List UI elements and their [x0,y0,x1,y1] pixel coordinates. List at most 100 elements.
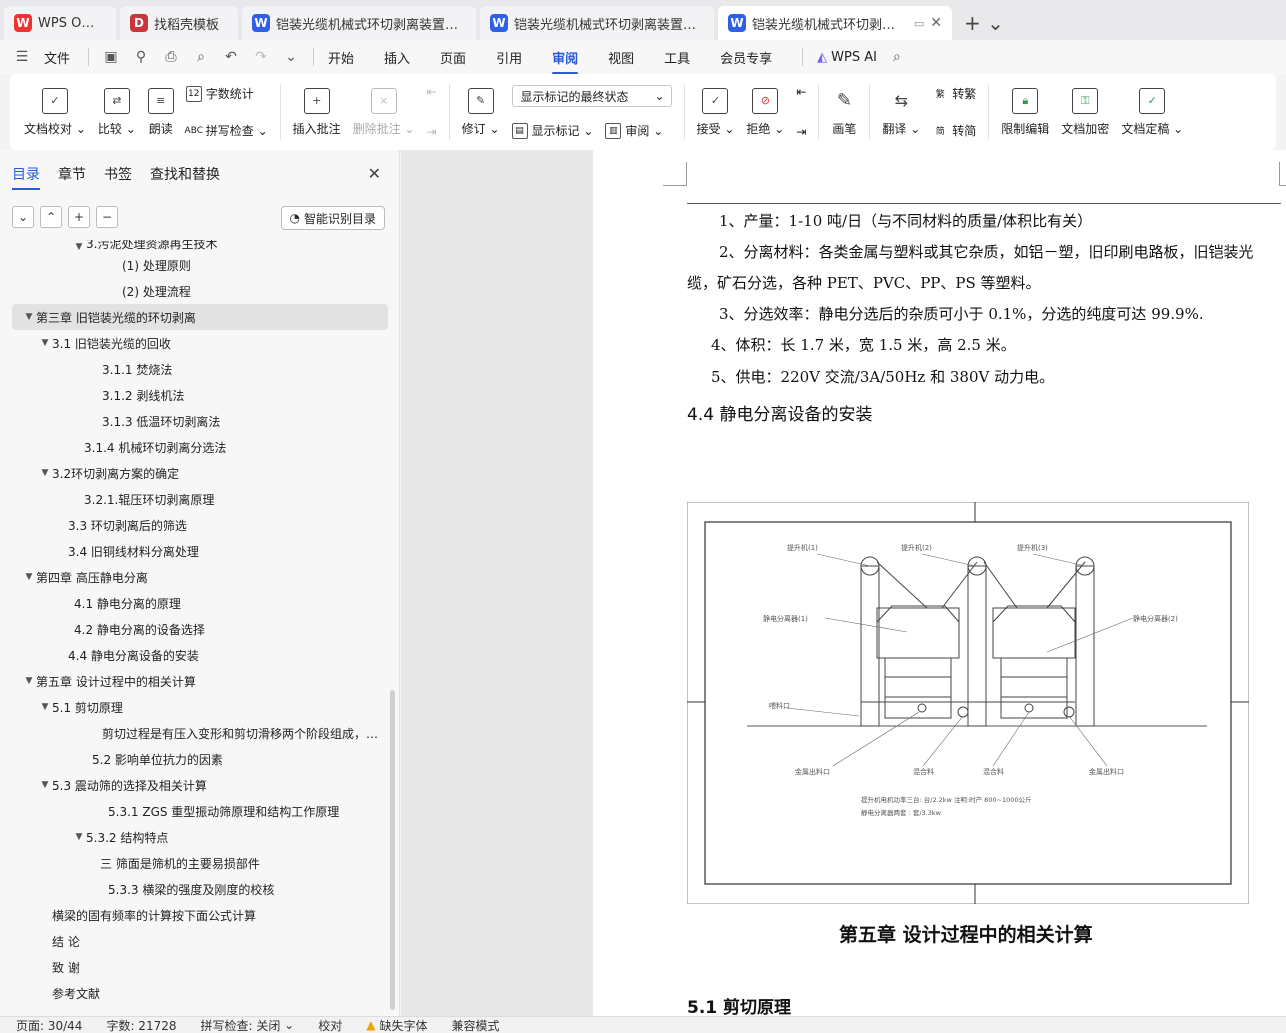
nav-tab-0[interactable]: 目录 [12,164,40,190]
toc-item[interactable]: 3.1.1 焚烧法 [12,356,388,382]
print-icon[interactable]: ⎙ [163,49,179,65]
nav-tab-3[interactable]: 查找和替换 [150,164,220,184]
ribbon-tab-0[interactable]: 开始 [328,48,354,67]
review-pane-button[interactable]: ▥ 审阅 ⌄ [605,122,663,139]
toc-item[interactable]: ▼ 3.1 旧铠装光缆的回收 [12,330,388,356]
nav-tab-2[interactable]: 书签 [104,164,132,184]
toc-item[interactable]: ▼ 第四章 高压静电分离 [12,564,388,590]
expand-arrow-icon[interactable]: ▼ [38,468,52,478]
ribbon-tab-5[interactable]: 视图 [608,48,634,67]
toc-item[interactable]: 三 筛面是筛机的主要易损部件 [12,850,388,876]
expand-arrow-icon[interactable]: ▼ [38,702,52,712]
ribbon-tab-3[interactable]: 引用 [496,48,522,67]
hamburger-icon[interactable]: ☰ [14,49,30,65]
toc-item[interactable]: ▼ 5.1 剪切原理 [12,694,388,720]
delete-comment-button[interactable]: × 删除批注 ⌄ [353,80,415,144]
toc-item[interactable]: 4.4 静电分离设备的安装 [12,642,388,668]
doc-finalize-button[interactable]: ✓ 文档定稿 ⌄ [1121,80,1183,144]
toc-item[interactable]: 结 论 [12,928,388,954]
toc-item[interactable]: 剪切过程是有压入变形和剪切滑移两个阶段组成，剪切... [12,720,388,746]
expand-arrow-icon[interactable]: ▼ [38,780,52,790]
proofread-status[interactable]: 校对 [318,1017,342,1033]
word-count[interactable]: 字数: 21728 [106,1017,176,1033]
ribbon-tab-1[interactable]: 插入 [384,48,410,67]
toc-item[interactable]: 3.3 环切剥离后的筛选 [12,512,388,538]
restrict-edit-button[interactable]: 🔒︎ 限制编辑 [1001,80,1049,144]
translate-button[interactable]: ⇆ 翻译 ⌄ [882,80,920,144]
ribbon-tab-4[interactable]: 审阅 [552,48,579,75]
add-icon[interactable]: + [68,206,90,228]
monitor-icon[interactable]: ▭ [914,17,924,30]
expand-arrow-icon[interactable]: ▼ [22,676,36,686]
page-count[interactable]: 页面: 30/44 [16,1017,82,1033]
ribbon-tab-7[interactable]: 会员专享 [720,48,772,67]
doc-check-button[interactable]: ✓ 文档校对 ⌄ [24,80,86,144]
accept-button[interactable]: ✓ 接受 ⌄ [697,80,734,144]
nav-tab-1[interactable]: 章节 [58,164,86,184]
toc-item[interactable]: (1) 处理原则 [12,252,388,278]
smart-toc-button[interactable]: ◔ 智能识别目录 [280,206,385,230]
print-preview-icon[interactable]: ⌕ [193,49,209,65]
remove-icon[interactable]: − [96,206,118,228]
close-tab-icon[interactable]: ✕ [930,15,942,31]
link-icon[interactable]: ⚲ [133,49,149,65]
toc-item[interactable]: 横梁的固有频率的计算按下面公式计算 [12,902,388,928]
to-simplified-button[interactable]: 简转简 [932,122,977,139]
save-icon[interactable]: ▣ [103,49,119,65]
toc-item[interactable]: ▼ 第三章 旧铠装光缆的环切剥离 [12,304,388,330]
ribbon-tab-2[interactable]: 页面 [440,48,466,67]
previous-revision-icon[interactable]: ⇤ [796,85,806,99]
reject-button[interactable]: ⊘ 拒绝 ⌄ [746,80,784,144]
toc-item[interactable]: ▼ 5.3 震动筛的选择及相关计算 [12,772,388,798]
word-count-button[interactable]: 12 字数统计 [185,85,268,102]
pen-button[interactable]: ✎ 画笔 [831,80,857,144]
show-markup-button[interactable]: ▤ 显示标记 ⌄ [511,122,593,139]
toc-item[interactable]: 5.3.1 ZGS 重型振动筛原理和结构工作原理 [12,798,388,824]
next-comment-icon[interactable]: ⇥ [427,125,437,139]
toc-item[interactable]: 参考文献 [12,980,388,1006]
more-chevron-icon[interactable]: ⌄ [283,49,299,65]
doc-encrypt-button[interactable]: ⚿ 文档加密 [1061,80,1109,144]
spell-check-status[interactable]: 拼写检查: 关闭 ⌄ [201,1017,295,1033]
window-tab-0[interactable]: W WPS Office [4,6,116,40]
markup-state-select[interactable]: 显示标记的最终状态 ⌄ [511,85,672,107]
window-tab-2[interactable]: W 铠装光缆机械式环切剥离装置方案设计 [242,6,476,40]
revise-button[interactable]: ✎ 修订 ⌄ [462,80,500,144]
document-area[interactable]: 1、产量：1-10 吨/日（与不同材料的质量/体积比有关） 2、分离材料：各类金属… [401,150,1286,1018]
redo-icon[interactable]: ↷ [253,49,269,65]
file-menu[interactable]: 文件 [44,48,70,67]
window-tab-3[interactable]: W 铠装光缆机械式环切剥离装置方案设计 [480,6,714,40]
toc-item[interactable]: 3.4 旧铜线材料分离处理 [12,538,388,564]
window-tab-1[interactable]: D 找稻壳模板 [120,6,238,40]
toc-item[interactable]: 4.2 静电分离的设备选择 [12,616,388,642]
toc-item[interactable]: 3.1.4 机械环切剥离分选法 [12,434,388,460]
expand-up-icon[interactable]: ⌃ [40,206,62,228]
new-tab-icon[interactable]: + ⌄ [956,6,1012,40]
insert-comment-button[interactable]: + 插入批注 [293,80,341,144]
toc-item[interactable]: 3.1.3 低温环切剥离法 [12,408,388,434]
wps-ai-button[interactable]: ◭ WPS AI [817,50,877,65]
expand-arrow-icon[interactable]: ▼ [38,338,52,348]
close-icon[interactable]: ✕ [368,164,381,183]
spell-check-button[interactable]: ABC 拼写检查 ⌄ [185,122,268,139]
undo-icon[interactable]: ↶ [223,49,239,65]
toc-item[interactable]: ▼ 3.2环切剥离方案的确定 [12,460,388,486]
previous-comment-icon[interactable]: ⇤ [427,85,437,99]
toc-item[interactable]: 3.2.1.辊压环切剥离原理 [12,486,388,512]
expand-arrow-icon[interactable]: ▼ [72,242,86,252]
expand-arrow-icon[interactable]: ▼ [72,832,86,842]
compare-button[interactable]: ⇄ 比较 ⌄ [98,80,136,144]
toc-item[interactable]: 4.1 静电分离的原理 [12,590,388,616]
next-revision-icon[interactable]: ⇥ [796,125,806,139]
collapse-icon[interactable]: ⌄ [12,206,34,228]
toc-item[interactable]: 致 谢 [12,954,388,980]
window-tab-4[interactable]: W 铠装光缆机械式环切剥离装置方案设计 ▭ ✕ [718,6,952,40]
toc-item[interactable]: 5.2 影响单位抗力的因素 [12,746,388,772]
read-aloud-button[interactable]: ≡ 朗读 [147,80,174,144]
missing-font-status[interactable]: ▲ 缺失字体 [366,1017,427,1033]
search-icon[interactable]: ⌕ [889,49,905,65]
toc-item[interactable]: ▼ 3.污泥处理资源再生技术 [12,240,388,252]
ribbon-tab-6[interactable]: 工具 [664,48,690,67]
toc-item[interactable]: ▼ 第五章 设计过程中的相关计算 [12,668,388,694]
expand-arrow-icon[interactable]: ▼ [22,572,36,582]
